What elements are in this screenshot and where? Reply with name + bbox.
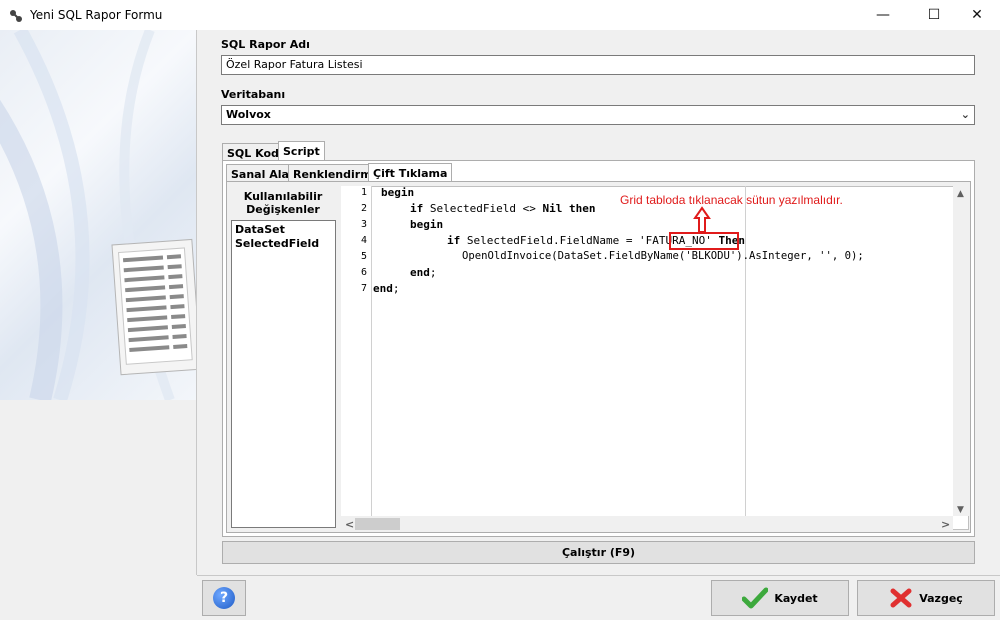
maximize-button[interactable]: ☐ xyxy=(911,0,957,30)
code-keyword: begin xyxy=(381,186,415,199)
save-button-label: Kaydet xyxy=(774,591,818,605)
report-name-label: SQL Rapor Adı xyxy=(221,38,310,51)
code-keyword: if xyxy=(410,202,424,215)
cancel-button[interactable]: Vazgeç xyxy=(857,580,995,616)
scroll-thumb[interactable] xyxy=(355,518,400,530)
close-icon xyxy=(890,588,912,608)
code-line-5: OpenOldInvoice(DataSet.FieldByName('BLKO… xyxy=(462,250,864,262)
variables-list[interactable]: DataSet SelectedField xyxy=(231,220,336,528)
annotation-text: Grid tabloda tıklanacak sütun yazılmalıd… xyxy=(620,193,843,207)
code-line-6: end; xyxy=(410,266,437,279)
app-icon xyxy=(10,10,22,22)
variables-title: Kullanılabilir Değişkenler xyxy=(243,190,323,216)
code-keyword: begin xyxy=(410,218,444,231)
report-illustration xyxy=(0,30,196,400)
horizontal-scrollbar[interactable] xyxy=(341,516,953,532)
close-button[interactable]: ✕ xyxy=(954,0,1000,30)
vertical-scrollbar[interactable] xyxy=(953,186,969,516)
help-icon: ? xyxy=(213,587,235,609)
line-number: 3 xyxy=(360,219,367,230)
report-name-input[interactable]: Özel Rapor Fatura Listesi xyxy=(221,55,975,75)
code-line-1: begin xyxy=(381,186,414,199)
right-margin-line xyxy=(745,186,746,516)
side-banner xyxy=(0,30,197,400)
arrow-up-icon xyxy=(693,206,711,233)
highlight-box xyxy=(669,232,739,250)
side-panel-blank xyxy=(0,400,197,575)
save-button[interactable]: Kaydet xyxy=(711,580,849,616)
database-select[interactable]: Wolvox ⌄ xyxy=(221,105,975,125)
checkmark-icon xyxy=(742,587,769,609)
database-select-value: Wolvox xyxy=(226,108,271,121)
title-bar: Yeni SQL Rapor Formu — ☐ ✕ xyxy=(0,0,1000,30)
line-number: 6 xyxy=(360,267,367,278)
cancel-button-label: Vazgeç xyxy=(919,591,963,605)
line-number: 4 xyxy=(360,235,367,246)
code-keyword: end xyxy=(373,282,393,295)
code-keyword: end xyxy=(410,266,430,279)
code-text: SelectedField <> xyxy=(423,202,543,215)
code-keyword: then xyxy=(568,202,596,215)
line-number: 2 xyxy=(360,203,367,214)
minimize-button[interactable]: — xyxy=(860,0,906,30)
help-button[interactable]: ? xyxy=(202,580,246,616)
list-item[interactable]: DataSet xyxy=(235,223,332,237)
code-line-3: begin xyxy=(410,218,443,231)
line-number: 7 xyxy=(360,283,367,294)
window-title: Yeni SQL Rapor Formu xyxy=(30,8,163,22)
code-keyword: if xyxy=(447,234,461,247)
scroll-left-icon[interactable]: < xyxy=(345,518,354,531)
database-label: Veritabanı xyxy=(221,88,286,101)
scroll-down-icon[interactable]: ▼ xyxy=(957,505,964,515)
run-button[interactable]: Çalıştır (F9) xyxy=(222,541,975,564)
scroll-up-icon[interactable]: ▲ xyxy=(957,189,964,199)
code-line-2: if SelectedField <> Nil then xyxy=(410,202,595,215)
code-line-7: end; xyxy=(373,282,400,295)
list-item[interactable]: SelectedField xyxy=(235,237,332,251)
line-number: 5 xyxy=(360,251,367,262)
line-number: 1 xyxy=(360,187,367,198)
code-text: ; xyxy=(392,282,400,295)
code-keyword: Nil xyxy=(542,202,563,215)
code-text: ; xyxy=(429,266,437,279)
tab-cift-tiklama[interactable]: Çift Tıklama xyxy=(368,163,453,183)
scroll-right-icon[interactable]: > xyxy=(941,518,950,531)
chevron-down-icon[interactable]: ⌄ xyxy=(961,108,970,122)
